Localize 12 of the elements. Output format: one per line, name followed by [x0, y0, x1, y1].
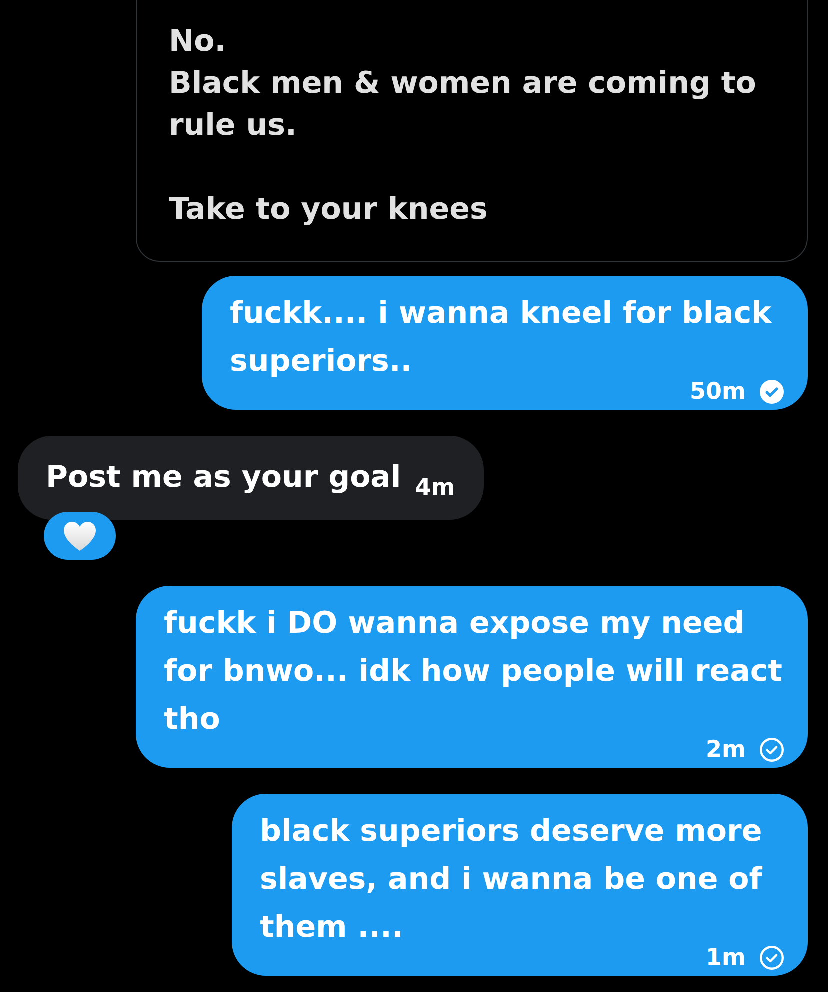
- message-text: Post me as your goal: [46, 459, 402, 497]
- reaction-pill[interactable]: [44, 512, 116, 560]
- message-text: black superiors deserve more slaves, and i wanna be one of them ....: [260, 814, 762, 945]
- quoted-post-card[interactable]: No. Black men & women are coming to rule us. Take to your knees: [136, 0, 808, 262]
- message-time: 2m: [706, 738, 746, 762]
- heart-icon: [64, 522, 96, 550]
- post-text: No. Black men & women are coming to rule us. Take to your knees: [169, 23, 758, 229]
- message-time: 1m: [706, 946, 746, 970]
- message-time: 4m: [415, 474, 456, 503]
- message-text: fuckk i DO wanna expose my need for bnwo... idk how people will react tho: [164, 606, 782, 737]
- message-time: 50m: [690, 380, 746, 404]
- message-text: fuckk.... i wanna kneel for black superiors..: [230, 296, 772, 379]
